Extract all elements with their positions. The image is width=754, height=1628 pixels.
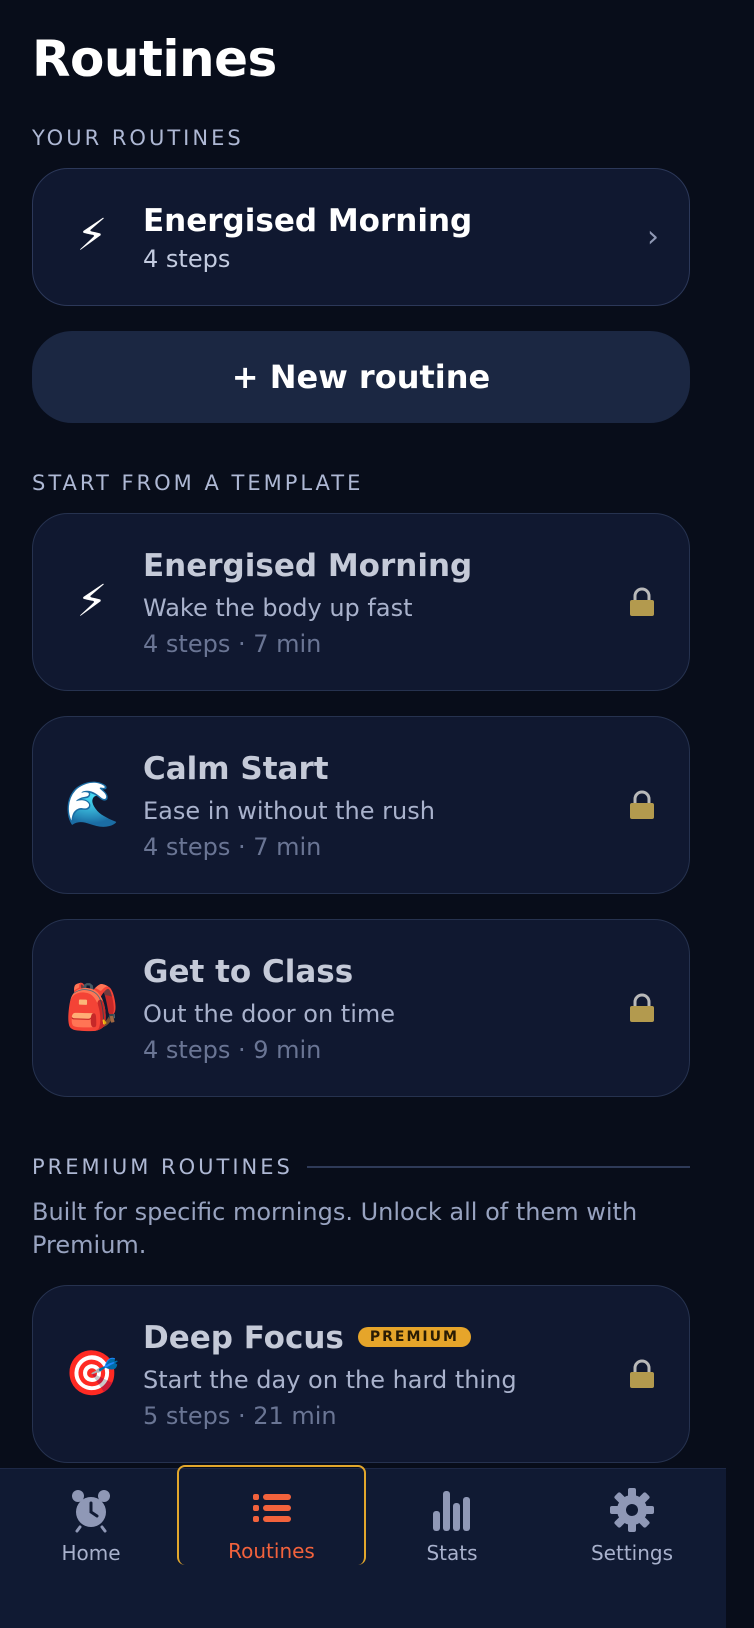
premium-subtitle: Start the day on the hard thing — [143, 1366, 517, 1394]
lock-icon — [630, 993, 654, 1022]
lock-icon — [630, 1359, 654, 1388]
tab-stats[interactable]: Stats — [361, 1469, 543, 1569]
template-card-energised-morning[interactable]: ⚡ Energised Morning Wake the body up fas… — [32, 513, 690, 691]
section-label-templates: START FROM A TEMPLATE — [32, 471, 364, 495]
template-title: Calm Start — [143, 751, 329, 787]
list-icon — [252, 1494, 291, 1522]
bottom-tab-bar: Home Routines Stats Settings — [0, 1465, 726, 1628]
target-icon: 🎯 — [64, 1348, 120, 1399]
template-meta: 4 steps · 7 min — [143, 833, 322, 861]
template-meta: 4 steps · 9 min — [143, 1036, 322, 1064]
tab-label: Stats — [426, 1541, 478, 1565]
lightning-icon: ⚡ — [76, 210, 108, 261]
lock-icon — [630, 587, 654, 616]
premium-card-deep-focus[interactable]: 🎯 Deep Focus PREMIUM Start the day on the… — [32, 1285, 690, 1463]
template-card-get-to-class[interactable]: 🎒 Get to Class Out the door on time 4 st… — [32, 919, 690, 1097]
template-title: Get to Class — [143, 954, 354, 990]
premium-meta: 5 steps · 21 min — [143, 1402, 337, 1430]
page-title: Routines — [32, 30, 277, 88]
app-screen: Routines YOUR ROUTINES ⚡ Energised Morni… — [0, 0, 726, 1628]
template-subtitle: Ease in without the rush — [143, 797, 435, 825]
new-routine-button[interactable]: + New routine — [32, 331, 690, 423]
section-label-premium: PREMIUM ROUTINES — [32, 1155, 293, 1179]
template-subtitle: Out the door on time — [143, 1000, 395, 1028]
tab-label: Routines — [228, 1539, 315, 1563]
bar-chart-icon — [433, 1491, 470, 1531]
backpack-icon: 🎒 — [64, 982, 120, 1033]
premium-description: Built for specific mornings. Unlock all … — [32, 1198, 638, 1259]
tab-label: Home — [61, 1541, 121, 1565]
section-divider — [307, 1166, 690, 1168]
template-meta: 4 steps · 7 min — [143, 630, 322, 658]
tab-settings[interactable]: Settings — [541, 1469, 723, 1569]
tab-routines[interactable]: Routines — [177, 1465, 366, 1565]
premium-title: Deep Focus — [143, 1320, 344, 1356]
gear-icon — [610, 1488, 654, 1532]
wave-icon: 🌊 — [64, 779, 120, 830]
lightning-icon: ⚡ — [76, 576, 108, 627]
template-title: Energised Morning — [143, 548, 473, 584]
template-subtitle: Wake the body up fast — [143, 594, 413, 622]
tab-home[interactable]: Home — [0, 1469, 182, 1569]
routine-card-energised-morning[interactable]: ⚡ Energised Morning 4 steps › — [32, 168, 690, 306]
template-card-calm-start[interactable]: 🌊 Calm Start Ease in without the rush 4 … — [32, 716, 690, 894]
routine-title: Energised Morning — [143, 203, 473, 239]
chevron-right-icon: › — [647, 219, 659, 255]
premium-badge: PREMIUM — [357, 1326, 471, 1347]
lock-icon — [630, 790, 654, 819]
section-label-your-routines: YOUR ROUTINES — [32, 126, 244, 150]
alarm-clock-icon — [72, 1490, 110, 1533]
premium-title-row: Deep Focus PREMIUM — [143, 1320, 471, 1356]
routine-steps: 4 steps — [143, 245, 231, 273]
tab-label: Settings — [590, 1541, 674, 1565]
